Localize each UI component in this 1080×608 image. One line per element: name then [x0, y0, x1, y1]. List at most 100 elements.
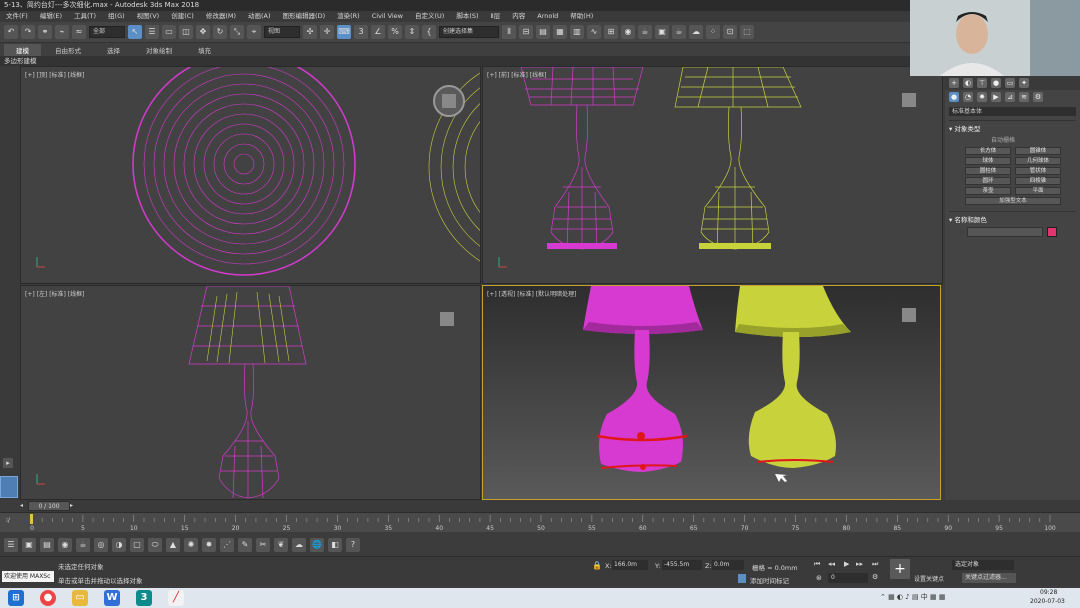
helpers-icon[interactable]: ⊿: [1005, 92, 1015, 102]
torus-icon[interactable]: ◎: [94, 538, 108, 552]
key-mode-icon[interactable]: ⊛: [816, 574, 822, 582]
set-key-button[interactable]: 设置关键点: [914, 574, 944, 583]
object-color-swatch[interactable]: [1047, 227, 1057, 237]
maxscript-listener[interactable]: 欢迎使用 MAXSc: [2, 571, 54, 582]
spacewarps-icon[interactable]: ≋: [1019, 92, 1029, 102]
viewport-persp-label[interactable]: [+] [透视] [标准] [默认明暗处理]: [487, 289, 576, 298]
viewport-left[interactable]: [+] [左] [标准] [线框]: [20, 285, 481, 500]
undo-icon[interactable]: ↶: [4, 25, 18, 39]
utilities-tab-icon[interactable]: ✦: [1019, 78, 1029, 88]
sphere-icon[interactable]: ◉: [58, 538, 72, 552]
autogrid-checkbox[interactable]: 自动栅格: [991, 135, 1080, 144]
object-name-field[interactable]: [967, 227, 1043, 237]
select-by-name-icon[interactable]: ☰: [145, 25, 159, 39]
ribbon-tab[interactable]: 填充: [186, 44, 223, 56]
menu-item[interactable]: 文件(F): [0, 11, 34, 22]
status-icon[interactable]: ▣: [22, 538, 36, 552]
cameras-icon[interactable]: ▶: [991, 92, 1001, 102]
primitive-button[interactable]: 茶壶: [965, 187, 1011, 195]
textplus-button[interactable]: 加强型文本: [965, 197, 1061, 205]
menu-item[interactable]: 动画(A): [242, 11, 277, 22]
expand-arrow-icon[interactable]: ▸: [3, 458, 13, 468]
explorer-task[interactable]: ▭: [64, 588, 96, 608]
3dsmax-task[interactable]: 3: [128, 588, 160, 608]
schematic-view-icon[interactable]: ⊞: [604, 25, 618, 39]
light-icon[interactable]: ✸: [202, 538, 216, 552]
snap-toggle-icon[interactable]: 3: [354, 25, 368, 39]
hierarchy-tab-icon[interactable]: ⊤: [977, 78, 987, 88]
menu-item[interactable]: 工具(T): [68, 11, 102, 22]
time-tag-icon[interactable]: [738, 574, 746, 583]
menu-item[interactable]: 自定义(U): [409, 11, 450, 22]
key-filters-button[interactable]: 关键点过滤器...: [962, 573, 1016, 583]
isolate-icon[interactable]: ◧: [328, 538, 342, 552]
primitive-button[interactable]: 四棱锥: [1015, 177, 1061, 185]
render-cloud-icon[interactable]: ☁: [689, 25, 703, 39]
rotate-icon[interactable]: ↻: [213, 25, 227, 39]
rect-select-icon[interactable]: ▭: [162, 25, 176, 39]
goto-start-icon[interactable]: ⏮: [814, 560, 820, 569]
display-tab-icon[interactable]: ▭: [1005, 78, 1015, 88]
percent-snap-icon[interactable]: %: [388, 25, 402, 39]
time-config-icon[interactable]: ⚙: [872, 573, 878, 581]
next-frame-icon[interactable]: ▸▸: [856, 560, 863, 568]
menu-item[interactable]: 组(G): [102, 11, 131, 22]
reference-coord-dropdown[interactable]: 视图: [264, 26, 300, 38]
motion-tab-icon[interactable]: ●: [991, 78, 1001, 88]
select-manipulate-icon[interactable]: ✛: [320, 25, 334, 39]
safe-frame-icon[interactable]: ⬚: [740, 25, 754, 39]
viewport-layout-icon[interactable]: [0, 476, 18, 498]
menu-item[interactable]: 编辑(E): [34, 11, 68, 22]
play-icon[interactable]: ▶: [844, 560, 849, 568]
menu-item[interactable]: Arnold: [531, 11, 564, 22]
lock-selection-icon[interactable]: 🔒: [592, 561, 602, 570]
menu-item[interactable]: 渲染(R): [331, 11, 366, 22]
redo-icon[interactable]: ↷: [21, 25, 35, 39]
named-selection-dropdown[interactable]: 创建选择集: [439, 26, 499, 38]
selection-filter-dropdown[interactable]: 全部: [89, 26, 125, 38]
viewport-front-label[interactable]: [+] [前] [标准] [线框]: [487, 70, 546, 79]
primitive-button[interactable]: 管状体: [1015, 167, 1061, 175]
pivot-center-icon[interactable]: ✣: [303, 25, 317, 39]
sun-icon[interactable]: ✺: [184, 538, 198, 552]
selected-dropdown[interactable]: 选定对象: [952, 560, 1014, 570]
menu-item[interactable]: 视图(V): [131, 11, 166, 22]
lights-icon[interactable]: ✸: [977, 92, 987, 102]
render-icon[interactable]: ☕: [672, 25, 686, 39]
box-icon[interactable]: ▢: [130, 538, 144, 552]
menu-item[interactable]: 帮助(H): [564, 11, 599, 22]
geometry-icon[interactable]: ●: [949, 92, 959, 102]
pen-tool-task[interactable]: ╱: [160, 588, 192, 608]
time-next-icon[interactable]: ▸: [70, 501, 78, 511]
x-coord-field[interactable]: 166.0m: [612, 560, 648, 570]
menu-item[interactable]: 创建(C): [165, 11, 200, 22]
primitive-button[interactable]: 几何球体: [1015, 157, 1061, 165]
z-coord-field[interactable]: 0.0m: [712, 560, 744, 570]
render-bottom-icon[interactable]: ☁: [292, 538, 306, 552]
layer-explorer-icon[interactable]: ▤: [536, 25, 550, 39]
material-editor-icon[interactable]: ◉: [621, 25, 635, 39]
render-setup-icon[interactable]: ☕: [638, 25, 652, 39]
mirror-icon[interactable]: ⫴: [502, 25, 516, 39]
prev-frame-icon[interactable]: ◂◂: [828, 560, 835, 568]
unlink-icon[interactable]: ⌁: [55, 25, 69, 39]
menu-item[interactable]: 图形编辑器(D): [277, 11, 332, 22]
angle-snap-icon[interactable]: ∠: [371, 25, 385, 39]
primitive-button[interactable]: 圆锥体: [1015, 147, 1061, 155]
tools-icon[interactable]: ✂: [256, 538, 270, 552]
plant-icon[interactable]: ❦: [274, 538, 288, 552]
place-icon[interactable]: ⌖: [247, 25, 261, 39]
particle-icon[interactable]: ⋰: [220, 538, 234, 552]
primitive-button[interactable]: 平面: [1015, 187, 1061, 195]
viewport-perspective[interactable]: [+] [透视] [标准] [默认明暗处理]: [482, 285, 941, 500]
select-object-icon[interactable]: ↖: [128, 25, 142, 39]
time-prev-icon[interactable]: ◂: [20, 501, 28, 511]
primitive-button[interactable]: 圆柱体: [965, 167, 1011, 175]
menu-item[interactable]: 内容: [506, 11, 531, 22]
scene-explorer-bottom-icon[interactable]: ☰: [4, 538, 18, 552]
name-color-rollout[interactable]: ▾ 名称和颜色: [949, 211, 1076, 224]
goto-end-icon[interactable]: ⏭: [872, 560, 878, 569]
pen-icon[interactable]: ✎: [238, 538, 252, 552]
track-bar-toggle-icon[interactable]: ⁝/: [6, 517, 10, 524]
viewport-top-label[interactable]: [+] [顶] [标准] [线框]: [25, 70, 84, 79]
